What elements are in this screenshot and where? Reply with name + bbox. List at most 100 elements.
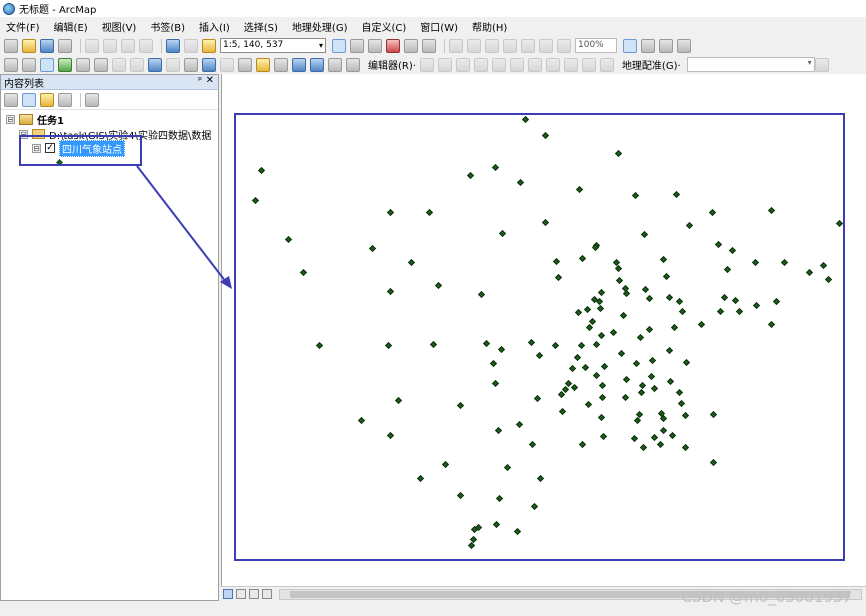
toc-options-icon[interactable] bbox=[85, 92, 99, 107]
next-extent-icon[interactable] bbox=[557, 38, 571, 53]
layout-view-icon[interactable] bbox=[236, 589, 246, 599]
cut-icon[interactable] bbox=[85, 38, 99, 53]
menu-insert[interactable]: 插入(I) bbox=[199, 19, 230, 34]
menu-file[interactable]: 文件(F) bbox=[6, 19, 40, 34]
station-point bbox=[659, 426, 668, 435]
delete-icon[interactable] bbox=[139, 38, 153, 53]
print-icon[interactable] bbox=[58, 38, 72, 53]
select-features-icon[interactable] bbox=[148, 57, 162, 72]
zoom-in-fixed-icon[interactable] bbox=[449, 38, 463, 53]
map-scale-combo[interactable]: 1:5, 140, 537 ▾ bbox=[220, 38, 326, 53]
zoom-whole-page-icon[interactable] bbox=[503, 38, 517, 53]
menu-help[interactable]: 帮助(H) bbox=[472, 19, 507, 34]
find-binoculars-icon[interactable] bbox=[274, 57, 288, 72]
clear-selection-icon[interactable] bbox=[166, 57, 180, 72]
data-driven-pages-icon[interactable] bbox=[677, 38, 691, 53]
add-data-icon[interactable] bbox=[202, 38, 216, 53]
go-to-xy-icon[interactable] bbox=[310, 57, 324, 72]
undo-icon[interactable] bbox=[166, 38, 180, 53]
select-elements-icon[interactable] bbox=[184, 57, 198, 72]
split-tool-icon[interactable] bbox=[581, 57, 596, 72]
find-route-icon[interactable] bbox=[292, 57, 306, 72]
html-popup-icon[interactable] bbox=[238, 57, 252, 72]
list-by-source-icon[interactable] bbox=[22, 92, 36, 107]
station-point bbox=[772, 297, 781, 306]
edit-annotation-icon[interactable] bbox=[437, 57, 452, 72]
data-view-icon[interactable] bbox=[223, 589, 233, 599]
cut-polygons-icon[interactable] bbox=[563, 57, 578, 72]
hyperlink-icon[interactable] bbox=[220, 57, 234, 72]
station-point bbox=[357, 416, 366, 425]
station-point bbox=[558, 407, 567, 416]
toolbar-divider bbox=[444, 38, 445, 53]
pan-page-icon[interactable] bbox=[485, 38, 499, 53]
fixed-zoom-in-icon[interactable] bbox=[76, 57, 90, 72]
open-folder-icon[interactable] bbox=[22, 38, 36, 53]
python-window-icon[interactable] bbox=[404, 38, 418, 53]
zoom-out-icon[interactable] bbox=[22, 57, 36, 72]
zoom-in-icon[interactable] bbox=[4, 57, 18, 72]
full-extent-icon[interactable] bbox=[58, 57, 72, 72]
collapse-icon[interactable]: ⊟ bbox=[6, 114, 15, 124]
station-point bbox=[835, 219, 844, 228]
change-layout-icon[interactable] bbox=[659, 38, 673, 53]
redo-icon[interactable] bbox=[184, 38, 198, 53]
station-point bbox=[672, 190, 681, 199]
station-point bbox=[528, 440, 537, 449]
zoom-100-icon[interactable] bbox=[521, 38, 535, 53]
save-icon[interactable] bbox=[40, 38, 54, 53]
georef-link-icon[interactable] bbox=[814, 57, 829, 72]
model-builder-icon[interactable] bbox=[422, 38, 436, 53]
identify-icon[interactable] bbox=[202, 57, 216, 72]
point-tool-icon[interactable] bbox=[509, 57, 524, 72]
fixed-zoom-out-icon[interactable] bbox=[94, 57, 108, 72]
pan-hand-icon[interactable] bbox=[40, 57, 54, 72]
list-by-drawing-order-icon[interactable] bbox=[4, 92, 18, 107]
list-by-selection-icon[interactable] bbox=[58, 92, 72, 107]
list-by-visibility-icon[interactable] bbox=[40, 92, 54, 107]
dataframe-row[interactable]: ⊟ 任务1 bbox=[6, 112, 64, 127]
menu-edit[interactable]: 编辑(E) bbox=[54, 19, 88, 34]
close-icon[interactable]: ✕ bbox=[206, 75, 214, 86]
new-document-icon[interactable] bbox=[4, 38, 18, 53]
previous-extent-icon[interactable] bbox=[539, 38, 553, 53]
georeferencing-menu[interactable]: 地理配准(G)· bbox=[622, 57, 681, 72]
editor-menu[interactable]: 编辑器(R)· bbox=[368, 57, 416, 72]
reshape-icon[interactable] bbox=[545, 57, 560, 72]
arctoolbox-icon[interactable] bbox=[386, 38, 400, 53]
station-point bbox=[515, 420, 524, 429]
time-slider-icon[interactable] bbox=[328, 57, 342, 72]
measure-icon[interactable] bbox=[256, 57, 270, 72]
rotate-tool-icon[interactable] bbox=[599, 57, 614, 72]
menu-bookmarks[interactable]: 书签(B) bbox=[150, 19, 185, 34]
edit-tool-icon[interactable] bbox=[419, 57, 434, 72]
layout-view-icon[interactable] bbox=[350, 38, 364, 53]
edit-vertices-icon[interactable] bbox=[527, 57, 542, 72]
create-viewer-icon[interactable] bbox=[346, 57, 360, 72]
georeference-layer-combo[interactable]: ▾ bbox=[686, 57, 815, 72]
menu-selection[interactable]: 选择(S) bbox=[244, 19, 278, 34]
menu-view[interactable]: 视图(V) bbox=[102, 19, 137, 34]
toggle-draft-mode-icon[interactable] bbox=[623, 38, 637, 53]
paste-icon[interactable] bbox=[121, 38, 135, 53]
zoom-percent-combo[interactable]: 100% bbox=[575, 38, 617, 53]
copy-icon[interactable] bbox=[103, 38, 117, 53]
menu-geoprocessing[interactable]: 地理处理(G) bbox=[292, 19, 348, 34]
station-point bbox=[685, 221, 694, 230]
focus-data-frame-icon[interactable] bbox=[641, 38, 655, 53]
station-point bbox=[670, 323, 679, 332]
map-display[interactable] bbox=[221, 74, 866, 586]
zoom-out-fixed-icon[interactable] bbox=[467, 38, 481, 53]
straight-segment-icon[interactable] bbox=[455, 57, 470, 72]
catalog-window-icon[interactable] bbox=[368, 38, 382, 53]
menu-customize[interactable]: 自定义(C) bbox=[362, 19, 407, 34]
refresh-icon[interactable] bbox=[249, 589, 259, 599]
pause-drawing-icon[interactable] bbox=[262, 589, 272, 599]
end-point-arc-icon[interactable] bbox=[473, 57, 488, 72]
forward-arrow-icon[interactable] bbox=[130, 57, 144, 72]
menu-windows[interactable]: 窗口(W) bbox=[420, 19, 458, 34]
back-arrow-icon[interactable] bbox=[112, 57, 126, 72]
pin-icon[interactable]: ᵖ bbox=[198, 76, 202, 86]
editor-toolbar-icon[interactable] bbox=[332, 38, 346, 53]
trace-icon[interactable] bbox=[491, 57, 506, 72]
